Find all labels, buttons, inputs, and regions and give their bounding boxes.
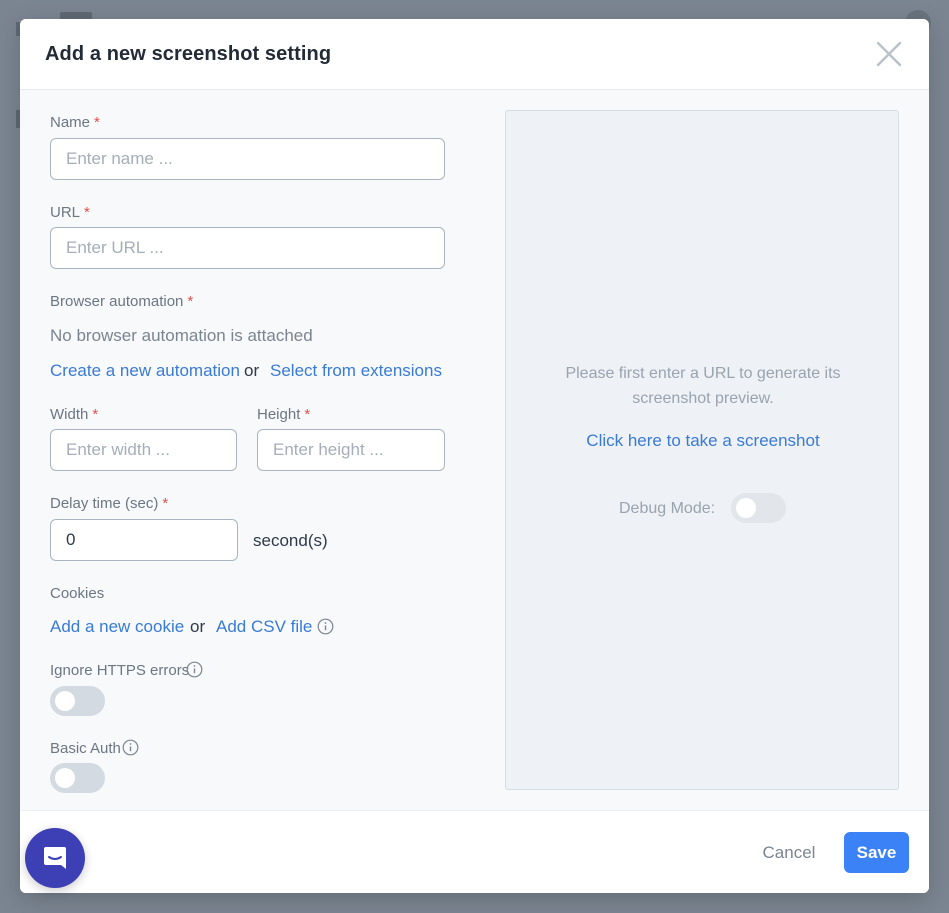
url-input[interactable] bbox=[50, 227, 445, 269]
take-screenshot-link-text[interactable]: Click here to take a screenshot bbox=[586, 431, 819, 450]
no-automation-text: No browser automation is attached bbox=[50, 326, 313, 345]
info-icon[interactable] bbox=[317, 618, 334, 635]
or-text: or bbox=[244, 361, 260, 380]
close-button[interactable] bbox=[875, 40, 903, 68]
delay-unit: second(s) bbox=[253, 531, 328, 550]
ignore-https-label: Ignore HTTPS errors bbox=[50, 662, 190, 679]
screenshot-preview-panel: Please first enter a URL to generate its… bbox=[505, 110, 899, 790]
modal-footer: Cancel Save bbox=[20, 810, 929, 893]
required-marker: * bbox=[187, 293, 194, 310]
width-input[interactable] bbox=[50, 429, 237, 471]
toggle-knob bbox=[736, 498, 756, 518]
required-marker: * bbox=[304, 406, 311, 423]
add-csv-link[interactable]: Add CSV file bbox=[216, 617, 312, 637]
delay-label: Delay time (sec) * bbox=[50, 495, 169, 512]
create-automation-link[interactable]: Create a new automation bbox=[50, 361, 240, 381]
screenshot-setting-modal: Add a new screenshot setting Name* URL* … bbox=[20, 19, 929, 893]
basic-auth-toggle[interactable] bbox=[50, 763, 105, 793]
chat-icon bbox=[44, 847, 66, 869]
height-input[interactable] bbox=[257, 429, 445, 471]
info-icon[interactable] bbox=[122, 739, 139, 756]
url-label: URL * bbox=[50, 204, 90, 221]
basic-auth-label: Basic Auth bbox=[50, 740, 121, 757]
required-marker: * bbox=[162, 495, 169, 512]
toggle-knob bbox=[55, 768, 75, 788]
modal-header: Add a new screenshot setting bbox=[20, 19, 929, 90]
modal-title: Add a new screenshot setting bbox=[45, 43, 332, 65]
delay-input[interactable] bbox=[50, 519, 238, 561]
cookies-label: Cookies bbox=[50, 585, 105, 602]
debug-mode-label: Debug Mode: bbox=[619, 500, 716, 517]
ignore-https-toggle[interactable] bbox=[50, 686, 105, 716]
take-screenshot-link: Click here to take a screenshot bbox=[506, 431, 900, 451]
browser-automation-label: Browser automation * bbox=[50, 293, 194, 310]
toggle-knob bbox=[55, 691, 75, 711]
save-button[interactable]: Save bbox=[844, 832, 909, 873]
name-input[interactable] bbox=[50, 138, 445, 180]
required-marker: * bbox=[84, 204, 90, 221]
required-marker: * bbox=[92, 406, 99, 423]
cancel-button[interactable]: Cancel bbox=[757, 833, 821, 873]
select-extensions-link[interactable]: Select from extensions bbox=[270, 361, 442, 381]
chat-launcher-button[interactable] bbox=[25, 828, 85, 888]
required-marker: * bbox=[94, 114, 100, 131]
name-label: Name * bbox=[50, 114, 100, 131]
preview-message: Please first enter a URL to generate its… bbox=[565, 365, 841, 407]
or-text: or bbox=[190, 617, 206, 636]
width-label: Width * bbox=[50, 406, 99, 423]
add-cookie-link[interactable]: Add a new cookie bbox=[50, 617, 184, 637]
height-label: Height * bbox=[257, 406, 311, 423]
debug-mode-toggle[interactable] bbox=[731, 493, 786, 523]
info-icon[interactable] bbox=[186, 661, 203, 678]
close-icon bbox=[876, 41, 902, 67]
